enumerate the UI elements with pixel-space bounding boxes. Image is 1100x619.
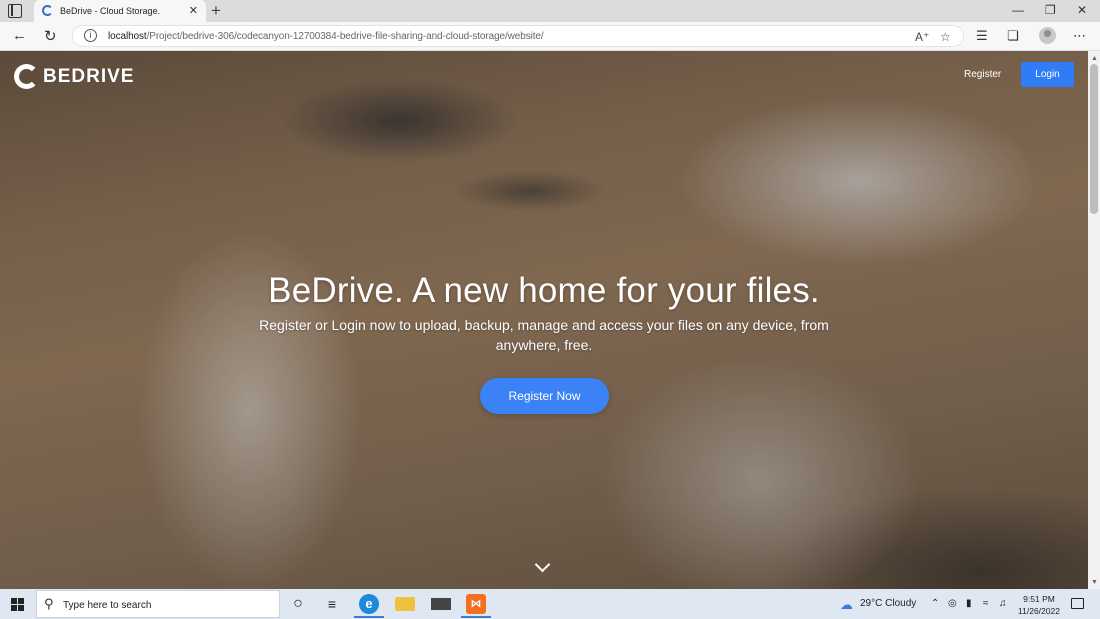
page-scrollbar[interactable]: ▲ ▼ (1088, 51, 1100, 589)
browser-toolbar: ← ↻ i localhost/Project/bedrive-306/code… (0, 22, 1100, 51)
tab-close-icon[interactable]: ✕ (189, 4, 198, 17)
brand-name: BEDRIVE (43, 65, 135, 87)
tray-chevron-up-icon[interactable]: ⌃ (931, 598, 939, 609)
site-info-icon[interactable]: i (84, 29, 97, 42)
collections-icon[interactable]: ❏ (1007, 28, 1019, 44)
task-view-icon[interactable]: ≡ (322, 594, 342, 614)
browser-tab[interactable]: BeDrive - Cloud Storage. ✕ (34, 0, 206, 22)
restore-button[interactable]: ❐ (1045, 3, 1056, 17)
favorite-star-icon[interactable]: ☆ (940, 30, 951, 44)
url-host: localhost (108, 31, 147, 42)
url-path: /Project/bedrive-306/codecanyon-12700384… (146, 31, 544, 42)
tab-title: BeDrive - Cloud Storage. (60, 6, 161, 16)
network-status-icon[interactable]: ◎ (948, 598, 957, 609)
taskbar: ⚲ Type here to search ○ ≡ e ⋈ ☁ 29°C Clo… (0, 589, 1100, 619)
volume-icon[interactable]: ♫ (999, 598, 1007, 609)
search-icon: ⚲ (44, 596, 54, 611)
hero-title: BeDrive. A new home for your files. (268, 271, 820, 310)
login-button[interactable]: Login (1021, 62, 1074, 87)
bedrive-logo-icon (14, 64, 39, 89)
file-explorer-icon[interactable] (395, 597, 415, 611)
scrollbar-thumb[interactable] (1090, 64, 1098, 214)
register-link[interactable]: Register (964, 69, 1001, 80)
scroll-down-icon[interactable]: ▼ (1091, 579, 1098, 586)
read-aloud-icon[interactable]: A⁺ (915, 30, 929, 44)
url-text: localhost/Project/bedrive-306/codecanyon… (108, 31, 544, 42)
weather-cloud-icon[interactable]: ☁ (840, 597, 853, 613)
search-placeholder: Type here to search (63, 600, 152, 611)
chevron-down-icon[interactable] (534, 556, 551, 573)
weather-text[interactable]: 29°C Cloudy (860, 598, 916, 609)
refresh-icon[interactable]: ↻ (44, 27, 57, 45)
minimize-button[interactable]: — (1012, 3, 1024, 17)
xampp-active-indicator (461, 616, 491, 618)
clock-time: 9:51 PM (1023, 594, 1055, 604)
more-menu-icon[interactable]: ⋯ (1073, 28, 1086, 44)
scroll-up-icon[interactable]: ▲ (1091, 55, 1098, 62)
mail-icon[interactable] (431, 598, 451, 610)
hero-subtitle: Register or Login now to upload, backup,… (259, 317, 829, 353)
back-arrow-icon[interactable]: ← (12, 27, 27, 44)
tab-strip: BeDrive - Cloud Storage. ✕ + — ❐ ✕ (0, 0, 1100, 22)
clock-date: 11/26/2022 (1018, 606, 1060, 616)
hero-section: BeDrive. A new home for your files. Regi… (0, 271, 1088, 355)
xampp-icon[interactable]: ⋈ (466, 594, 486, 614)
new-tab-button[interactable]: + (211, 1, 221, 21)
favorites-icon[interactable]: ☰ (976, 28, 988, 44)
windows-start-icon[interactable] (11, 598, 24, 611)
taskbar-search-input[interactable]: ⚲ Type here to search (36, 590, 280, 618)
close-window-button[interactable]: ✕ (1077, 3, 1087, 17)
battery-icon[interactable]: ▮ (966, 598, 972, 609)
tab-actions-icon[interactable] (8, 4, 22, 18)
address-bar[interactable]: i localhost/Project/bedrive-306/codecany… (72, 25, 964, 47)
register-now-button[interactable]: Register Now (480, 378, 609, 414)
wifi-icon[interactable]: ≈ (983, 598, 989, 609)
system-clock[interactable]: 9:51 PM 11/26/2022 (1015, 593, 1063, 617)
edge-active-indicator (354, 616, 384, 618)
hero-background: BEDRIVE Register Login BeDrive. A new ho… (0, 51, 1088, 589)
profile-avatar-icon[interactable] (1039, 27, 1056, 44)
bedrive-favicon-icon (42, 5, 53, 16)
brand-logo[interactable]: BEDRIVE (14, 64, 134, 89)
edge-icon[interactable]: e (359, 594, 379, 614)
notification-center-icon[interactable] (1071, 598, 1084, 609)
cortana-icon[interactable]: ○ (288, 594, 308, 614)
